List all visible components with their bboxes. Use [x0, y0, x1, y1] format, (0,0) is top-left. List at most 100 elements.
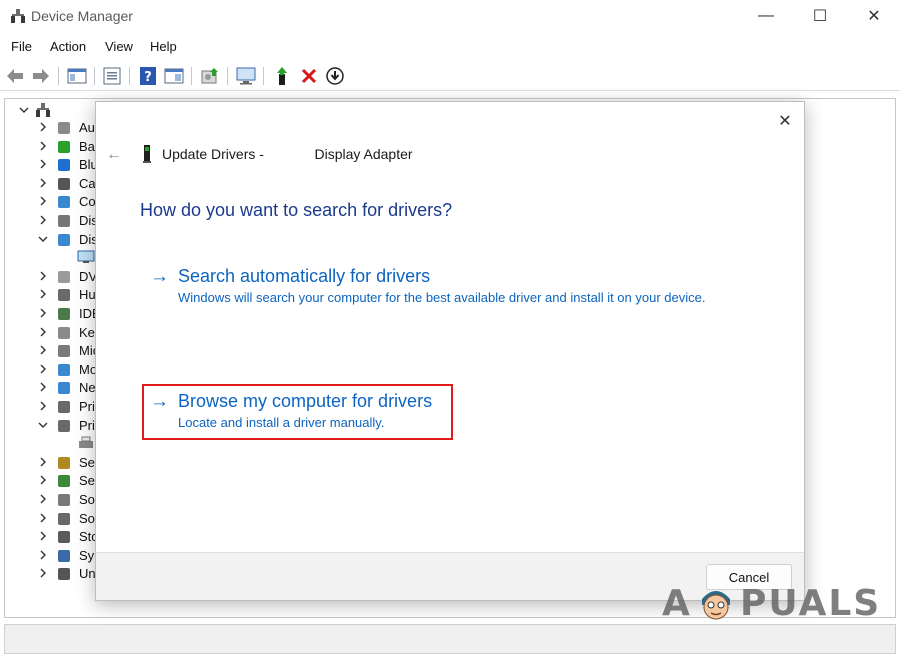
maximize-button[interactable]: ☐ — [794, 0, 846, 32]
toolbar: ? — [0, 61, 900, 91]
properties-icon[interactable] — [101, 65, 123, 87]
chevron-right-icon[interactable] — [38, 494, 48, 504]
chevron-right-icon[interactable] — [38, 513, 48, 523]
tree-item[interactable]: Se — [5, 454, 105, 472]
tree-item[interactable]: DV — [5, 268, 105, 286]
option-title[interactable]: Search automatically for drivers — [178, 266, 430, 287]
tree-item[interactable]: Dis — [5, 212, 105, 230]
tree-root[interactable] — [5, 101, 105, 119]
tree-item[interactable]: Sto — [5, 528, 105, 546]
back-arrow-icon[interactable]: ← — [106, 146, 122, 164]
tree-item-label: Un — [79, 566, 96, 582]
forward-arrow-icon[interactable] — [30, 65, 52, 87]
chevron-right-icon[interactable] — [38, 308, 48, 318]
printer-child-icon[interactable] — [77, 435, 95, 451]
help-icon[interactable]: ? — [137, 65, 159, 87]
tree-item[interactable]: Pri — [5, 417, 105, 435]
tree-item[interactable]: Au — [5, 119, 105, 137]
tree-item[interactable]: Ca — [5, 175, 105, 193]
tree-item-label: So — [79, 510, 95, 526]
tree-item[interactable]: IDE — [5, 305, 105, 323]
chevron-right-icon[interactable] — [38, 364, 48, 374]
toolbar-separator — [129, 67, 130, 85]
chevron-right-icon[interactable] — [38, 178, 48, 188]
chevron-right-icon[interactable] — [38, 531, 48, 541]
tree-item[interactable]: Dis — [5, 231, 105, 249]
tree-item[interactable]: Pri — [5, 398, 105, 416]
add-driver-icon[interactable] — [272, 65, 294, 87]
tree-item[interactable]: Mic — [5, 342, 105, 360]
chevron-right-icon[interactable] — [38, 289, 48, 299]
ide-icon — [58, 308, 70, 320]
mouse-icon — [58, 345, 70, 358]
search-automatically-option[interactable]: → Search automatically for drivers Windo… — [146, 266, 746, 310]
chevron-right-icon[interactable] — [38, 141, 48, 151]
chevron-right-icon[interactable] — [38, 475, 48, 485]
update-driver-icon[interactable] — [199, 65, 221, 87]
tree-item[interactable]: So — [5, 491, 105, 509]
toolbar-separator — [58, 67, 59, 85]
arrow-right-icon: → — [150, 266, 169, 287]
tree-item-label: Se — [79, 473, 95, 489]
tree-item-label: Ke — [79, 324, 95, 340]
show-hide-console-tree-icon[interactable] — [66, 65, 88, 87]
tree-item-label: Ne — [79, 380, 96, 396]
chevron-right-icon[interactable] — [38, 122, 48, 132]
device-manager-app-icon — [11, 9, 25, 23]
chevron-right-icon[interactable] — [38, 457, 48, 467]
printer-icon — [58, 419, 70, 432]
back-arrow-icon[interactable] — [4, 65, 26, 87]
chevron-right-icon[interactable] — [38, 382, 48, 392]
chevron-down-icon[interactable] — [38, 234, 48, 244]
tree-item-label: Pri — [79, 417, 95, 433]
dialog-close-button[interactable]: ✕ — [774, 110, 796, 132]
chevron-right-icon[interactable] — [38, 196, 48, 206]
display-adapter-icon — [143, 145, 151, 163]
tree-item[interactable]: So — [5, 510, 105, 528]
monitor-icon — [58, 363, 70, 376]
chevron-right-icon[interactable] — [38, 568, 48, 578]
status-bar — [4, 624, 896, 654]
menu-file[interactable]: File — [11, 39, 32, 54]
computer-icon — [58, 196, 70, 209]
tree-item-label: Ba — [79, 138, 95, 154]
watermark-text: PUALS — [740, 583, 882, 624]
chevron-right-icon[interactable] — [38, 327, 48, 337]
tree-item[interactable]: Ne — [5, 379, 105, 397]
tree-item[interactable]: Mo — [5, 361, 105, 379]
display-adapter-child-icon[interactable] — [77, 249, 95, 265]
tree-item[interactable]: Un — [5, 565, 105, 583]
chevron-right-icon[interactable] — [38, 271, 48, 281]
chevron-down-icon[interactable] — [38, 420, 48, 430]
tree-item[interactable]: Ba — [5, 138, 105, 156]
chevron-down-icon[interactable] — [19, 105, 29, 115]
menu-action[interactable]: Action — [50, 39, 86, 54]
tree-item[interactable]: Ke — [5, 324, 105, 342]
chevron-right-icon[interactable] — [38, 345, 48, 355]
toolbar-separator — [94, 67, 95, 85]
mascot-icon — [702, 591, 730, 620]
minimize-button[interactable]: — — [740, 0, 792, 32]
tree-item[interactable]: Co — [5, 193, 105, 211]
uninstall-icon[interactable] — [298, 65, 320, 87]
tree-item[interactable]: Sy — [5, 547, 105, 565]
title-bar: Device Manager — ☐ ✕ — [0, 0, 900, 34]
tree-item-label: Pri — [79, 399, 95, 414]
chevron-right-icon[interactable] — [38, 215, 48, 225]
menu-help[interactable]: Help — [150, 39, 177, 54]
action-pane-icon[interactable] — [163, 65, 185, 87]
tree-item-label: So — [79, 492, 95, 507]
chevron-right-icon[interactable] — [38, 159, 48, 169]
tree-item[interactable]: Blu — [5, 156, 105, 174]
tree-item[interactable]: Se — [5, 472, 105, 490]
tree-item[interactable]: Hu — [5, 286, 105, 304]
print-queue-icon — [58, 401, 70, 413]
menu-view[interactable]: View — [105, 39, 133, 54]
download-icon[interactable] — [324, 65, 346, 87]
chevron-right-icon[interactable] — [38, 401, 48, 411]
scan-hardware-icon[interactable] — [235, 65, 257, 87]
toolbar-separator — [263, 67, 264, 85]
close-window-button[interactable]: ✕ — [848, 0, 900, 32]
chevron-right-icon[interactable] — [38, 550, 48, 560]
tree-item-label: Se — [79, 454, 95, 470]
